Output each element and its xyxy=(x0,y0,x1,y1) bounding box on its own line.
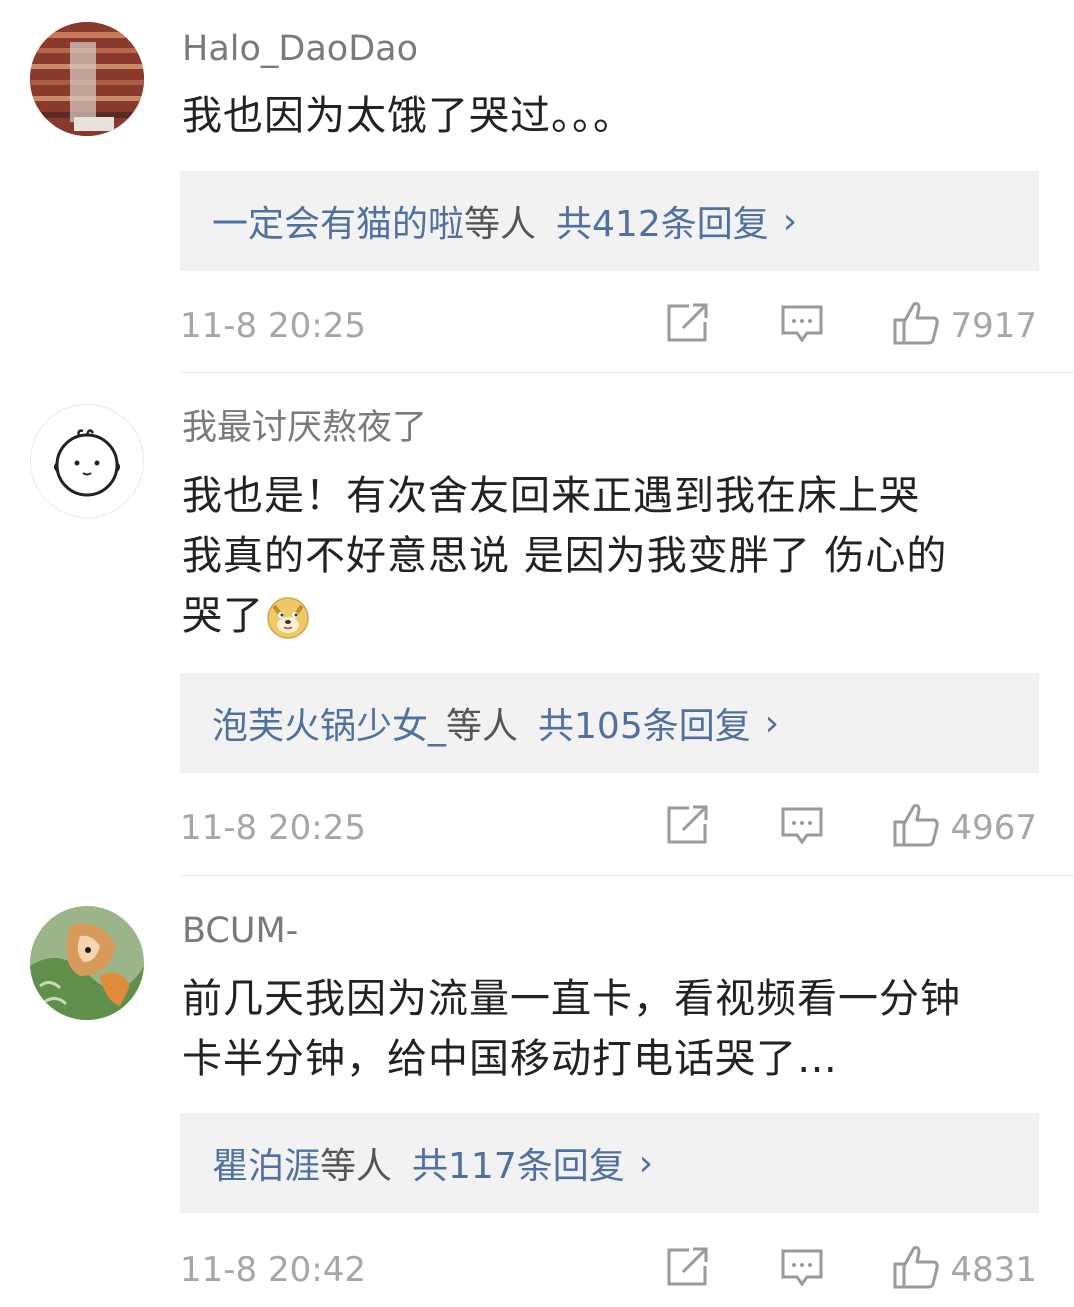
reply-suffix: 等人 xyxy=(320,1146,393,1187)
comment-text-line: 我也因为太饿了哭过。。。 xyxy=(182,93,634,139)
like-count: 4831 xyxy=(950,1250,1037,1290)
share-icon[interactable] xyxy=(667,804,711,844)
comment-text-line-with-emoji: 哭了 xyxy=(182,586,1052,646)
chevron-right-icon: › xyxy=(764,702,780,744)
like-count: 7917 xyxy=(950,306,1037,346)
comment-meta: 11-8 20:42 4831 xyxy=(180,1244,1039,1294)
reply-names: 一定会有猫的啦 xyxy=(212,204,465,245)
like-count: 4967 xyxy=(950,808,1037,848)
comment-meta: 11-8 20:25 4967 xyxy=(180,802,1039,852)
comment-text-line: 我也是！有次舍友回来正遇到我在床上哭 xyxy=(182,473,920,519)
timestamp: 11-8 20:25 xyxy=(180,306,366,346)
thumbs-up-icon[interactable] xyxy=(892,1244,940,1290)
doge-emoji-icon xyxy=(266,596,310,640)
reply-suffix: 等人 xyxy=(446,706,519,747)
thumbs-up-icon[interactable] xyxy=(892,300,940,346)
comment-text-line: 我真的不好意思说 是因为我变胖了 伤心的 xyxy=(182,533,948,579)
timestamp: 11-8 20:42 xyxy=(180,1250,366,1290)
share-icon[interactable] xyxy=(667,1246,711,1286)
username[interactable]: BCUM- xyxy=(182,914,298,949)
comment-text-line: 前几天我因为流量一直卡，看视频看一分钟 xyxy=(182,976,961,1022)
comment-item: 我最讨厌熬夜了 我也是！有次舍友回来正遇到我在床上哭 我真的不好意思说 是因为我… xyxy=(0,373,1074,876)
avatar-image xyxy=(30,906,144,1020)
comment-text: 我也是！有次舍友回来正遇到我在床上哭 我真的不好意思说 是因为我变胖了 伤心的 … xyxy=(182,466,1052,646)
username[interactable]: Halo_DaoDao xyxy=(182,32,418,67)
reply-suffix: 等人 xyxy=(464,204,537,245)
comment-meta: 11-8 20:25 7917 xyxy=(180,300,1039,350)
chevron-right-icon: › xyxy=(782,200,798,242)
replies-summary[interactable]: 一定会有猫的啦 等人 共412条回复 › xyxy=(180,171,1039,271)
replies-summary[interactable]: 瞿泊涯 等人 共117条回复 › xyxy=(180,1113,1039,1213)
reply-names: 瞿泊涯 xyxy=(212,1146,321,1187)
chevron-right-icon: › xyxy=(638,1142,654,1184)
reply-total: 共412条回复 xyxy=(556,204,769,245)
username[interactable]: 我最讨厌熬夜了 xyxy=(182,411,427,446)
avatar[interactable] xyxy=(30,22,144,136)
reply-total: 共117条回复 xyxy=(412,1146,625,1187)
avatar-image xyxy=(30,22,144,136)
comment-item: Halo_DaoDao 我也因为太饿了哭过。。。 一定会有猫的啦 等人 共412… xyxy=(0,0,1074,373)
thumbs-up-icon[interactable] xyxy=(892,802,940,848)
comment-icon[interactable] xyxy=(780,806,824,848)
comment-text-line: 卡半分钟，给中国移动打电话哭了… xyxy=(182,1036,838,1082)
replies-summary[interactable]: 泡芙火锅少女_ 等人 共105条回复 › xyxy=(180,673,1039,773)
avatar[interactable] xyxy=(30,404,144,518)
comment-text: 我也因为太饿了哭过。。。 xyxy=(182,86,1052,146)
comment-item: BCUM- 前几天我因为流量一直卡，看视频看一分钟 卡半分钟，给中国移动打电话哭… xyxy=(0,876,1074,1307)
timestamp: 11-8 20:25 xyxy=(180,808,366,848)
comment-text: 前几天我因为流量一直卡，看视频看一分钟 卡半分钟，给中国移动打电话哭了… xyxy=(182,969,1052,1089)
avatar[interactable] xyxy=(30,906,144,1020)
comment-icon[interactable] xyxy=(780,304,824,346)
comment-icon[interactable] xyxy=(780,1248,824,1290)
reply-total: 共105条回复 xyxy=(538,706,751,747)
reply-names: 泡芙火锅少女_ xyxy=(212,706,447,747)
share-icon[interactable] xyxy=(667,302,711,342)
avatar-image xyxy=(31,405,143,517)
